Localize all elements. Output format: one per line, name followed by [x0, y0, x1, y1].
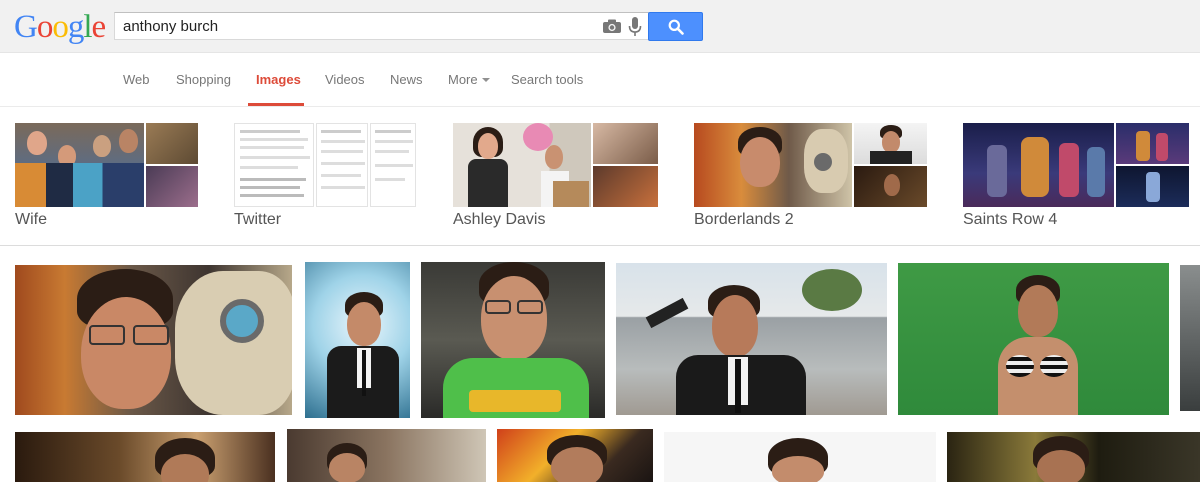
related-search-ashley-davis[interactable]: Ashley Davis: [453, 123, 658, 228]
image-result[interactable]: [947, 432, 1200, 482]
related-thumbnail[interactable]: [146, 123, 198, 164]
related-label[interactable]: Borderlands 2: [694, 211, 794, 229]
related-search-wife[interactable]: Wife: [15, 123, 198, 228]
nav-more[interactable]: More: [448, 72, 490, 87]
image-result[interactable]: [664, 432, 936, 482]
logo-letter: g: [67, 9, 84, 45]
related-label[interactable]: Saints Row 4: [963, 211, 1057, 229]
image-result[interactable]: [616, 263, 887, 415]
nav-videos[interactable]: Videos: [325, 72, 365, 87]
related-label[interactable]: Twitter: [234, 211, 281, 229]
image-result[interactable]: [1180, 265, 1200, 411]
nav-search-tools[interactable]: Search tools: [511, 72, 583, 87]
related-thumbnail[interactable]: [694, 123, 852, 207]
image-result[interactable]: [287, 429, 486, 482]
logo-letter: G: [14, 9, 38, 45]
related-thumbnail[interactable]: [234, 123, 314, 207]
nav-more-label: More: [448, 72, 478, 87]
google-logo[interactable]: Google: [14, 9, 107, 45]
nav-web[interactable]: Web: [123, 72, 150, 87]
related-search-saints-row-4[interactable]: Saints Row 4: [963, 123, 1189, 228]
related-thumbnail[interactable]: [453, 123, 591, 207]
image-result[interactable]: [421, 262, 605, 418]
divider: [0, 245, 1200, 246]
related-label[interactable]: Wife: [15, 211, 47, 229]
image-result[interactable]: [898, 263, 1169, 415]
related-search-borderlands-2[interactable]: Borderlands 2: [694, 123, 927, 228]
related-thumbnail[interactable]: [1116, 166, 1189, 207]
search-icon: [668, 19, 684, 35]
logo-letter: l: [83, 9, 92, 45]
nav-shopping[interactable]: Shopping: [176, 72, 231, 87]
nav-news[interactable]: News: [390, 72, 423, 87]
search-nav: Web Shopping Images Videos News More Sea…: [0, 54, 1200, 107]
related-thumbnail[interactable]: [593, 123, 658, 164]
logo-letter: e: [91, 9, 107, 45]
camera-icon[interactable]: [603, 19, 621, 33]
search-box[interactable]: [114, 12, 649, 40]
image-result[interactable]: [305, 262, 410, 418]
related-thumbnail[interactable]: [854, 166, 927, 207]
related-thumbnail[interactable]: [146, 166, 198, 207]
top-bar: Google: [0, 0, 1200, 53]
image-result[interactable]: [15, 432, 275, 482]
chevron-down-icon: [481, 78, 490, 82]
related-search-twitter[interactable]: Twitter: [234, 123, 416, 228]
image-result[interactable]: [15, 265, 292, 415]
logo-letter: o: [36, 9, 53, 45]
search-button[interactable]: [648, 12, 703, 41]
logo-letter: o: [52, 9, 68, 45]
related-thumbnail[interactable]: [854, 123, 927, 164]
related-thumbnail[interactable]: [963, 123, 1114, 207]
related-thumbnail[interactable]: [370, 123, 416, 207]
related-thumbnail[interactable]: [316, 123, 368, 207]
active-tab-indicator: [248, 103, 304, 106]
related-thumbnail[interactable]: [1116, 123, 1189, 164]
related-thumbnail[interactable]: [15, 123, 144, 207]
image-result[interactable]: [497, 429, 653, 482]
search-input[interactable]: [115, 13, 595, 39]
nav-images[interactable]: Images: [256, 72, 301, 87]
related-thumbnail[interactable]: [593, 166, 658, 207]
mic-icon[interactable]: [628, 17, 642, 37]
related-label[interactable]: Ashley Davis: [453, 211, 545, 229]
